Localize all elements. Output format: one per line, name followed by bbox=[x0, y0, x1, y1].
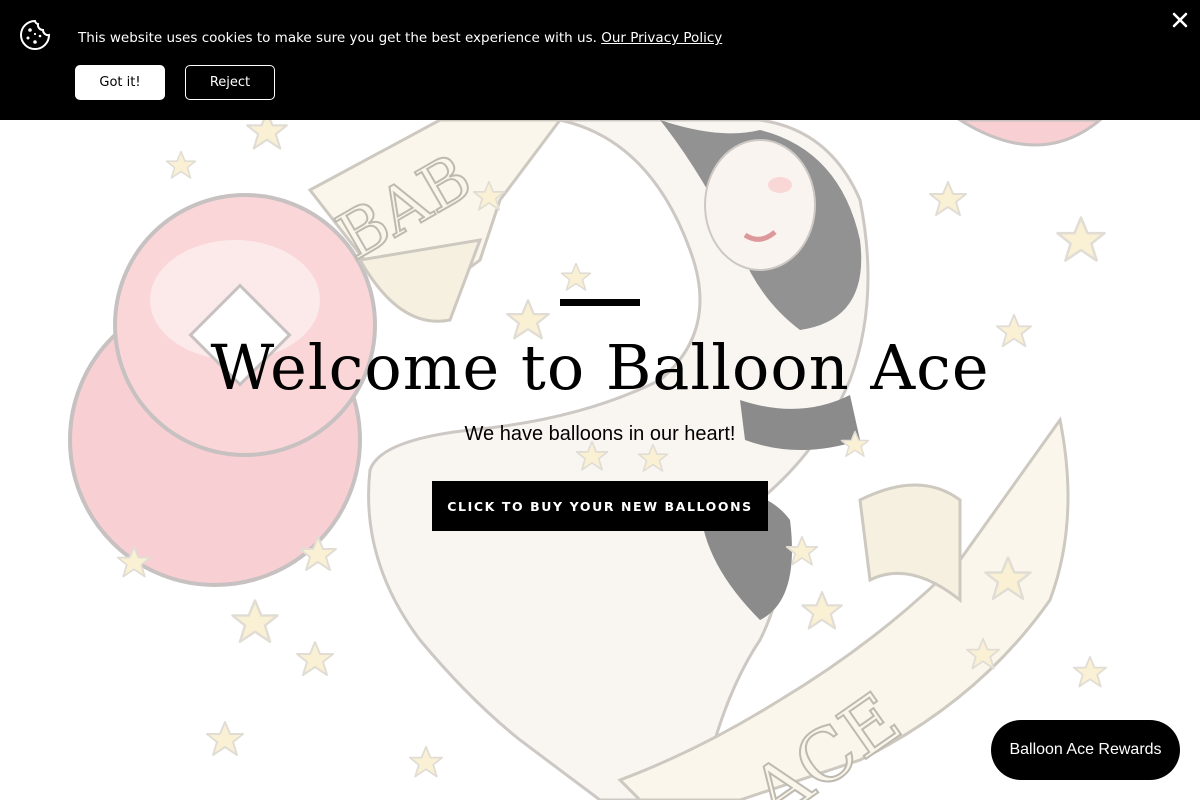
accept-cookies-button[interactable]: Got it! bbox=[75, 65, 165, 100]
page: BAB ACE This website uses cookies to mak… bbox=[0, 0, 1200, 800]
cookie-icon bbox=[20, 19, 51, 50]
hero-divider bbox=[560, 299, 640, 306]
cookie-banner: This website uses cookies to make sure y… bbox=[0, 0, 1200, 120]
reject-cookies-button[interactable]: Reject bbox=[185, 65, 275, 100]
rewards-launcher-button[interactable]: Balloon Ace Rewards bbox=[991, 720, 1180, 780]
cookie-message-text: This website uses cookies to make sure y… bbox=[78, 30, 597, 46]
close-icon[interactable] bbox=[1170, 10, 1190, 30]
buy-balloons-button[interactable]: CLICK TO BUY YOUR NEW BALLOONS bbox=[432, 481, 768, 531]
hero-subtitle: We have balloons in our heart! bbox=[464, 423, 736, 445]
cookie-message: This website uses cookies to make sure y… bbox=[78, 29, 722, 47]
privacy-policy-link[interactable]: Our Privacy Policy bbox=[601, 30, 722, 46]
page-title: Welcome to Balloon Ace bbox=[210, 331, 990, 404]
